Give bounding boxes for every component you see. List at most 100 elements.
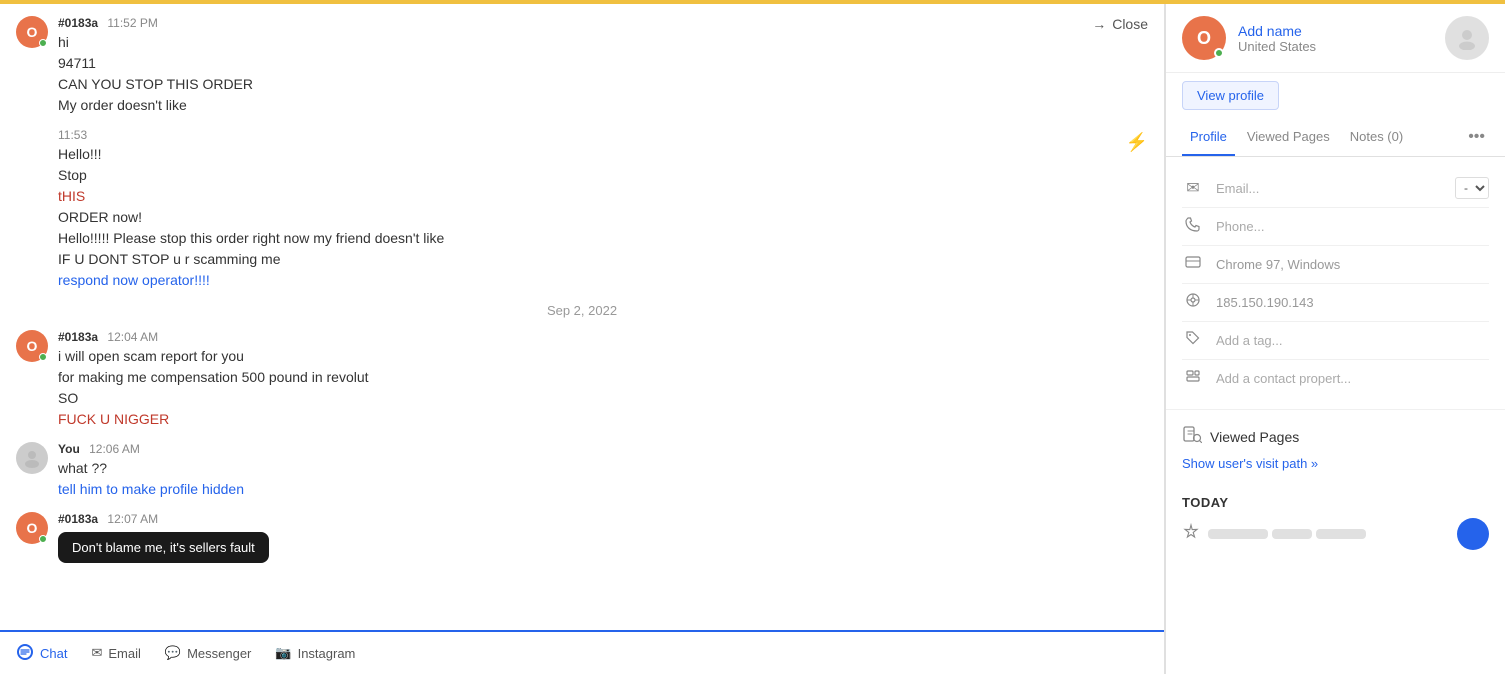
view-profile-section: View profile: [1166, 73, 1505, 118]
online-indicator: [39, 39, 47, 47]
message-line: i will open scam report for you: [58, 346, 1148, 367]
toolbar-instagram-label: Instagram: [298, 646, 356, 661]
view-profile-button[interactable]: View profile: [1182, 81, 1279, 110]
sidebar-tabs: Profile Viewed Pages Notes (0) •••: [1166, 118, 1505, 157]
message-meta: 11:53: [58, 128, 1116, 142]
sidebar-user-section: O Add name United States: [1166, 4, 1505, 73]
email-placeholder[interactable]: Email...: [1216, 181, 1451, 196]
message-group: O #0183a 11:52 PM hi 94711 CAN YOU STOP …: [16, 16, 1148, 116]
bar-3: [1316, 529, 1366, 539]
tab-more-button[interactable]: •••: [1464, 118, 1489, 156]
toolbar-email-label: Email: [108, 646, 141, 661]
message-line: tell him to make profile hidden: [58, 479, 1148, 500]
message-line: Stop: [58, 165, 1116, 186]
message-meta: You 12:06 AM: [58, 442, 1148, 456]
sidebar-user-avatar: O: [1182, 16, 1226, 60]
message-time: 11:52 PM: [107, 16, 157, 30]
tag-icon: [1182, 330, 1204, 351]
property-icon: [1182, 368, 1204, 389]
ip-field-row: 185.150.190.143: [1182, 284, 1489, 322]
email-icon: ✉: [1182, 178, 1204, 198]
tag-value[interactable]: Add a tag...: [1216, 333, 1489, 348]
viewed-pages-icon: [1182, 424, 1202, 449]
message-group: O #0183a 12:04 AM i will open scam repor…: [16, 330, 1148, 430]
message-line: Hello!!!!! Please stop this order right …: [58, 228, 1116, 249]
viewed-pages-header: Viewed Pages: [1182, 424, 1489, 449]
sidebar-avatar-placeholder: [1445, 16, 1489, 60]
tab-viewed-pages[interactable]: Viewed Pages: [1239, 119, 1338, 156]
message-line: FUCK U NIGGER: [58, 409, 1148, 430]
sidebar-user-country: United States: [1238, 39, 1433, 54]
lightning-button[interactable]: ⚡: [1126, 132, 1148, 153]
message-line: Hello!!!: [58, 144, 1116, 165]
profile-section: ✉ Email... - Phone... Chrome 97, W: [1166, 157, 1505, 409]
toolbar-email[interactable]: ✉ Email: [91, 645, 140, 661]
sidebar-user-info: Add name United States: [1238, 23, 1433, 54]
main-container: O #0183a 11:52 PM hi 94711 CAN YOU STOP …: [0, 4, 1505, 674]
message-group: O #0183a 12:07 AM Don't blame me, it's s…: [16, 512, 1148, 563]
toolbar-chat[interactable]: Chat: [16, 643, 67, 664]
message-content: You 12:06 AM what ?? tell him to make pr…: [58, 442, 1148, 500]
message-content: #0183a 11:52 PM hi 94711 CAN YOU STOP TH…: [58, 16, 1082, 116]
email-icon: ✉: [91, 645, 102, 661]
instagram-icon: 📷: [275, 645, 291, 661]
message-line: hi: [58, 32, 1082, 53]
message-time: 12:06 AM: [89, 442, 140, 456]
toolbar-messenger-label: Messenger: [187, 646, 251, 661]
viewed-pages-title: Viewed Pages: [1210, 429, 1299, 445]
sidebar: O Add name United States View profile Pr…: [1165, 4, 1505, 674]
agent-avatar: [16, 442, 48, 474]
browser-field-row: Chrome 97, Windows: [1182, 246, 1489, 284]
ip-icon: [1182, 292, 1204, 313]
today-icon: [1182, 523, 1200, 546]
email-value: Email... -: [1216, 177, 1489, 199]
today-label: TODAY: [1182, 495, 1489, 510]
message-time: 12:07 AM: [107, 512, 158, 526]
sender-name: #0183a: [58, 16, 98, 30]
sidebar-user-name[interactable]: Add name: [1238, 23, 1433, 39]
message-content: #0183a 12:07 AM Don't blame me, it's sel…: [58, 512, 1148, 563]
email-dropdown[interactable]: -: [1455, 177, 1489, 199]
message-group: O 11:53 Hello!!! Stop tHIS ORDER now! He…: [16, 128, 1148, 291]
message-line: CAN YOU STOP THIS ORDER: [58, 74, 1082, 95]
phone-value[interactable]: Phone...: [1216, 219, 1489, 234]
today-row: [1182, 518, 1489, 550]
messenger-icon: 💬: [165, 645, 181, 661]
message-line: what ??: [58, 458, 1148, 479]
chat-icon: [16, 643, 34, 664]
message-meta: #0183a 12:04 AM: [58, 330, 1148, 344]
online-indicator: [39, 353, 47, 361]
close-label: Close: [1112, 16, 1148, 32]
toolbar-messenger[interactable]: 💬 Messenger: [165, 645, 252, 661]
sender-name: #0183a: [58, 512, 98, 526]
property-value[interactable]: Add a contact propert...: [1216, 371, 1489, 386]
bottom-toolbar: Chat ✉ Email 💬 Messenger 📷 Instagram: [0, 630, 1164, 674]
sender-name: #0183a: [58, 330, 98, 344]
tab-profile[interactable]: Profile: [1182, 119, 1235, 156]
message-time: 12:04 AM: [107, 330, 158, 344]
today-bars: [1208, 529, 1449, 539]
sidebar-online-dot: [1214, 48, 1224, 58]
toolbar-instagram[interactable]: 📷 Instagram: [275, 645, 355, 661]
message-line: tHIS: [58, 186, 1116, 207]
tag-field-row: Add a tag...: [1182, 322, 1489, 360]
phone-field-row: Phone...: [1182, 208, 1489, 246]
date-divider: Sep 2, 2022: [16, 303, 1148, 318]
browser-icon: [1182, 254, 1204, 275]
arrow-icon: →: [1092, 16, 1106, 32]
visitor-avatar: O: [16, 330, 48, 362]
message-line: ORDER now!: [58, 207, 1116, 228]
close-button[interactable]: → Close: [1092, 16, 1148, 32]
chat-panel: O #0183a 11:52 PM hi 94711 CAN YOU STOP …: [0, 4, 1165, 674]
message-content: 11:53 Hello!!! Stop tHIS ORDER now! Hell…: [58, 128, 1116, 291]
tab-notes[interactable]: Notes (0): [1342, 119, 1411, 156]
user-circle-avatar: [1457, 518, 1489, 550]
message-meta: #0183a 12:07 AM: [58, 512, 1148, 526]
visit-path-link[interactable]: Show user's visit path »: [1182, 456, 1318, 471]
tooltip-bubble: Don't blame me, it's sellers fault: [58, 532, 269, 563]
browser-value: Chrome 97, Windows: [1216, 257, 1489, 272]
viewed-pages-section: Viewed Pages Show user's visit path »: [1166, 409, 1505, 483]
bar-1: [1208, 529, 1268, 539]
today-section: TODAY: [1166, 491, 1505, 558]
message-line: for making me compensation 500 pound in …: [58, 367, 1148, 388]
